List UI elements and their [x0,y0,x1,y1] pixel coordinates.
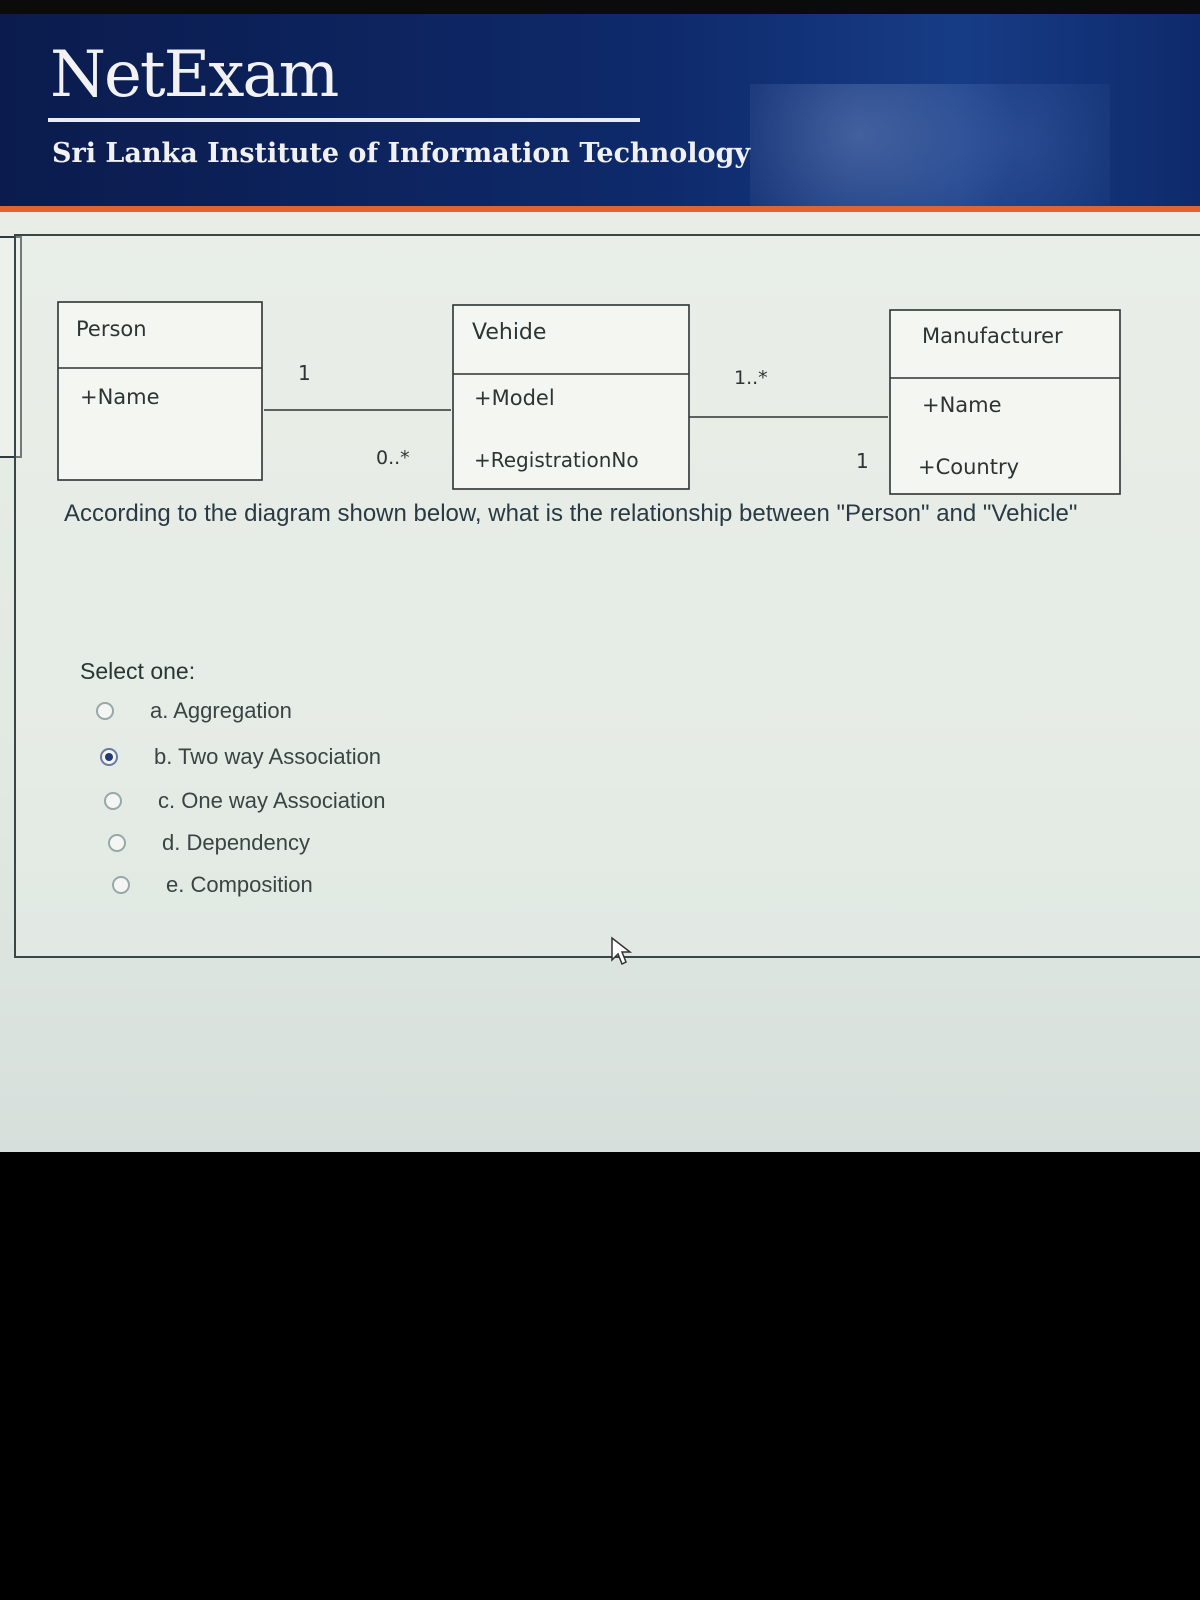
class-manufacturer-attr-country: +Country [918,455,1019,479]
question-text: According to the diagram shown below, wh… [64,500,1078,527]
site-header: NetExam Sri Lanka Institute of Informati… [0,14,1200,210]
option-a[interactable]: a. Aggregation [96,698,292,724]
class-person[interactable]: Person +Name [57,301,263,481]
multiplicity-manufacturer-end: 1 [856,449,869,473]
class-manufacturer-name: Manufacturer [922,324,1063,348]
option-d-label[interactable]: d. Dependency [162,830,310,856]
multiplicity-vehicle-end-manufacturer: 1..* [734,367,768,389]
class-manufacturer-attr-name: +Name [922,393,1002,417]
main-content: Person +Name Vehide +Model +Registration… [0,212,1200,1152]
exam-page: NetExam Sri Lanka Institute of Informati… [0,0,1200,1600]
multiplicity-person-end: 1 [298,361,311,385]
uml-class-diagram: Person +Name Vehide +Model +Registration… [57,301,1121,495]
option-c[interactable]: c. One way Association [104,788,385,814]
mouse-cursor-icon [611,936,632,966]
option-b-label[interactable]: b. Two way Association [154,744,381,770]
multiplicity-vehicle-end-person: 0..* [376,447,410,469]
brand-logo[interactable]: NetExam [50,38,339,112]
screen-top-bezel [0,0,1200,14]
class-vehicle-attr-registration: +RegistrationNo [474,448,639,472]
option-c-label[interactable]: c. One way Association [158,788,385,814]
class-vehicle[interactable]: Vehide +Model +RegistrationNo [452,304,690,490]
option-a-label[interactable]: a. Aggregation [150,698,292,724]
class-person-name: Person [76,317,147,341]
header-rule [48,118,640,122]
class-vehicle-attr-model: +Model [474,386,555,410]
option-d[interactable]: d. Dependency [108,830,310,856]
option-d-radio[interactable] [108,834,126,852]
option-e-radio[interactable] [112,876,130,894]
select-one-label: Select one: [80,658,196,684]
option-b-radio[interactable] [100,748,118,766]
option-b[interactable]: b. Two way Association [100,744,381,770]
option-c-radio[interactable] [104,792,122,810]
option-e[interactable]: e. Composition [112,872,313,898]
option-a-radio[interactable] [96,702,114,720]
header-banner-image [750,84,1110,210]
class-vehicle-name: Vehide [472,320,546,345]
institution-name: Sri Lanka Institute of Information Techn… [52,138,751,169]
class-person-attr-name: +Name [80,385,160,409]
class-manufacturer[interactable]: Manufacturer +Name +Country [889,309,1121,495]
option-e-label[interactable]: e. Composition [166,872,313,898]
